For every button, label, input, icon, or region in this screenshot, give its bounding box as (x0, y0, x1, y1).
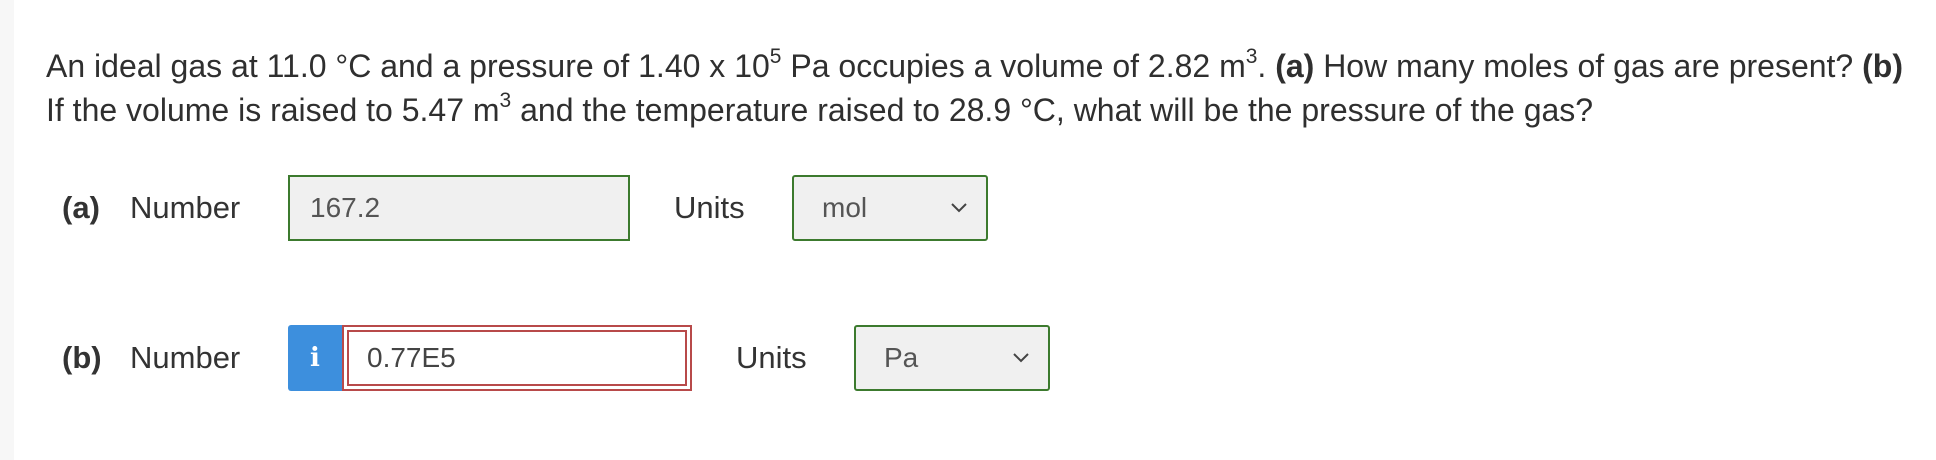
question-page: An ideal gas at 11.0 °C and a pressure o… (0, 0, 1936, 460)
question-superscript-3: 3 (499, 89, 512, 113)
units-label-b: Units (736, 340, 807, 375)
left-margin (0, 0, 14, 460)
number-input-a-value: 167.2 (310, 192, 381, 223)
question-part-5: If the volume is raised to 5.47 m (46, 92, 500, 128)
number-label-b: Number (130, 340, 241, 375)
question-text: An ideal gas at 11.0 °C and a pressure o… (46, 44, 1916, 132)
chevron-down-icon (951, 203, 967, 213)
info-icon[interactable]: i (288, 325, 342, 391)
question-superscript-1: 5 (769, 45, 782, 69)
answer-row-b: (b) Number i 0.77E5 Units Pa (62, 325, 1050, 391)
part-a-label: (a) (62, 190, 100, 225)
units-label-a: Units (674, 190, 745, 225)
part-b-label: (b) (62, 340, 102, 375)
question-part-6: and the temperature raised to 28.9 °C, w… (511, 92, 1594, 128)
number-input-b-value: 0.77E5 (367, 342, 456, 373)
units-select-b[interactable]: Pa (854, 325, 1050, 391)
number-label-a: Number (130, 190, 241, 225)
units-select-a[interactable]: mol (792, 175, 988, 241)
question-part-b-label: (b) (1862, 48, 1903, 84)
question-part-2: Pa occupies a volume of 2.82 m (781, 48, 1246, 84)
question-superscript-2: 3 (1245, 45, 1258, 69)
chevron-down-icon (1013, 353, 1029, 363)
question-part-4: How many moles of gas are present? (1314, 48, 1863, 84)
number-input-b[interactable]: 0.77E5 (347, 330, 687, 386)
question-part-1: An ideal gas at 11.0 °C and a pressure o… (46, 48, 770, 84)
number-input-b-wrapper: 0.77E5 (342, 325, 692, 391)
units-select-b-value: Pa (884, 342, 919, 373)
units-select-a-value: mol (822, 192, 868, 223)
number-input-a[interactable]: 167.2 (288, 175, 630, 241)
question-part-a-label: (a) (1275, 48, 1315, 84)
answer-row-a: (a) Number 167.2 Units mol (62, 175, 988, 241)
question-part-3: . (1257, 48, 1276, 84)
